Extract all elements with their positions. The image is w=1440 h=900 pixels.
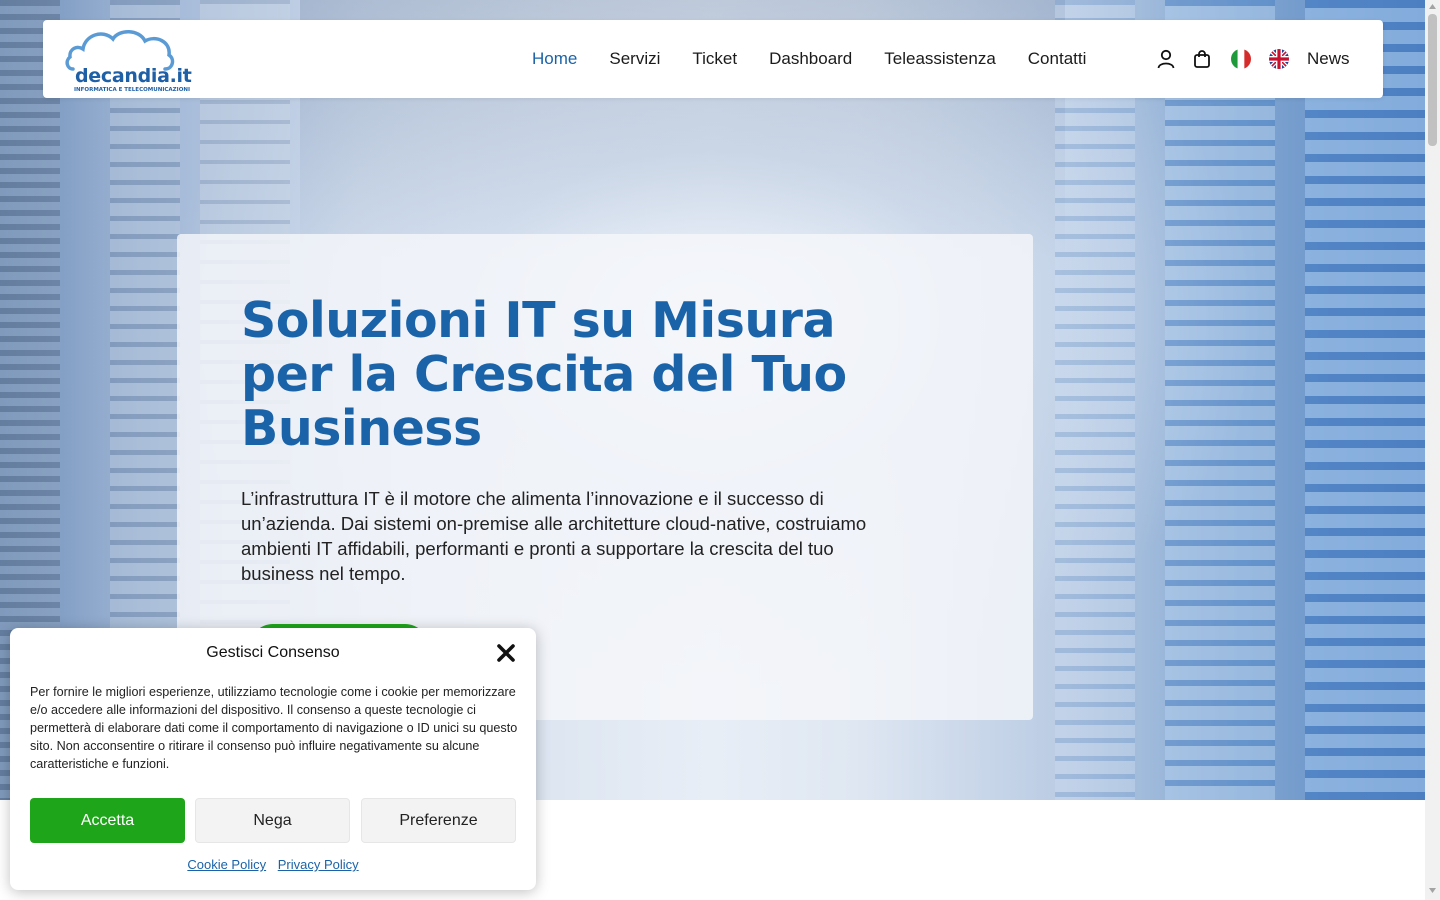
logo-subtitle: INFORMATICA E TELECOMUNICAZIONI xyxy=(74,87,191,93)
nav-ticket[interactable]: Ticket xyxy=(692,49,737,69)
cookie-policy-link[interactable]: Cookie Policy xyxy=(187,857,266,872)
hero-description: L’infrastruttura IT è il motore che alim… xyxy=(241,488,867,584)
server-rack-right xyxy=(1165,0,1275,800)
shopping-bag-icon[interactable] xyxy=(1191,48,1213,70)
cookie-consent-dialog: Gestisci Consenso Per fornire le miglior… xyxy=(10,628,536,890)
cookie-dialog-text: Per fornire le migliori esperienze, util… xyxy=(30,685,518,771)
nav-contatti[interactable]: Contatti xyxy=(1028,49,1087,69)
nav-dashboard[interactable]: Dashboard xyxy=(769,49,852,69)
user-icon[interactable] xyxy=(1155,48,1177,70)
privacy-policy-link[interactable]: Privacy Policy xyxy=(278,857,359,872)
page-scrollbar[interactable] xyxy=(1425,0,1440,900)
nav-news[interactable]: News xyxy=(1307,49,1350,69)
preferences-button[interactable]: Preferenze xyxy=(361,798,516,843)
scrollbar-thumb[interactable] xyxy=(1428,14,1437,146)
accept-button[interactable]: Accetta xyxy=(30,798,185,843)
hero-title: Soluzioni IT su Misura per la Crescita d… xyxy=(241,292,847,457)
scroll-down-arrow-icon[interactable] xyxy=(1428,886,1437,894)
logo[interactable]: decandia.it INFORMATICA E TELECOMUNICAZI… xyxy=(65,25,192,95)
deny-button[interactable]: Nega xyxy=(195,798,350,843)
main-nav: Home Servizi Ticket Dashboard Teleassist… xyxy=(532,20,1118,98)
uk-flag-icon[interactable] xyxy=(1269,49,1289,69)
cookie-dialog-links: Cookie Policy Privacy Policy xyxy=(10,857,536,872)
nav-home[interactable]: Home xyxy=(532,49,577,69)
italy-flag-icon[interactable] xyxy=(1231,49,1251,69)
cookie-dialog-title: Gestisci Consenso xyxy=(206,644,340,661)
close-icon[interactable] xyxy=(495,642,517,664)
nav-servizi[interactable]: Servizi xyxy=(609,49,660,69)
nav-teleassistenza[interactable]: Teleassistenza xyxy=(884,49,996,69)
logo-text: decandia.it xyxy=(75,65,192,87)
site-header: decandia.it INFORMATICA E TELECOMUNICAZI… xyxy=(43,20,1383,98)
server-rack-right xyxy=(1305,0,1425,800)
header-actions: News xyxy=(1155,20,1350,98)
server-rack-right xyxy=(1055,0,1135,800)
scroll-up-arrow-icon[interactable] xyxy=(1428,3,1437,11)
